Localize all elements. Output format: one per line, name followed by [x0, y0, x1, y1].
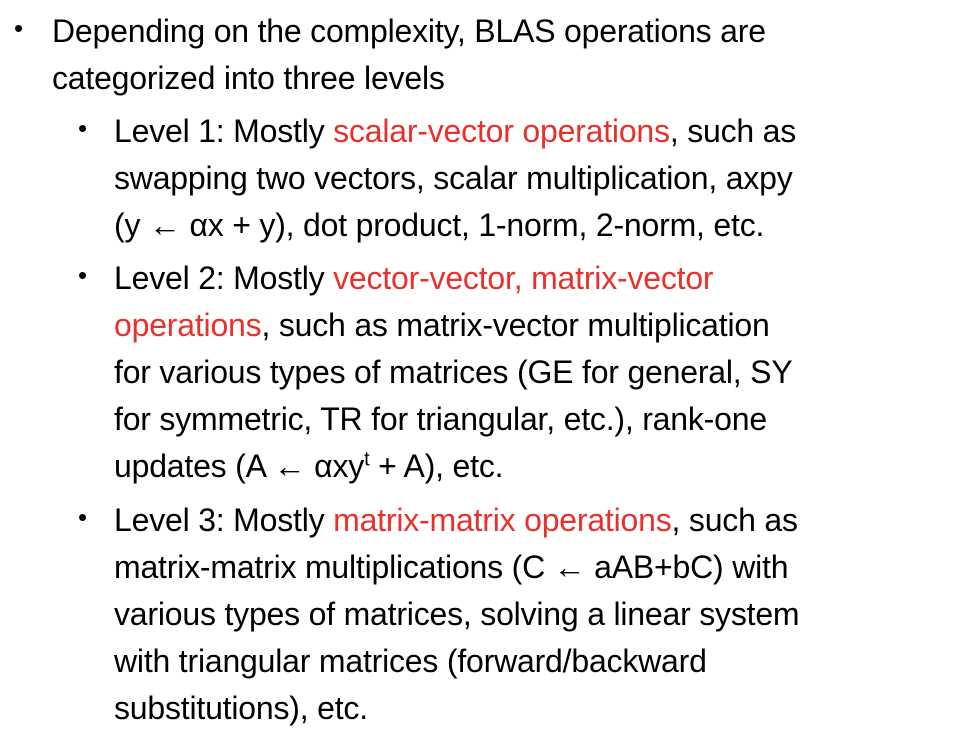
level-2-highlight-cont: operations — [114, 307, 262, 343]
bullet-dot-icon: • — [78, 260, 87, 290]
level-2-label: Level 2: Mostly — [114, 260, 334, 296]
bullet-dot-icon: • — [78, 113, 87, 143]
bullet-text-line: updates (A ← αxyt + A), etc. — [114, 443, 792, 490]
bullet-text-line: for various types of matrices (GE for ge… — [114, 354, 793, 390]
level-1-suffix: , such as — [669, 113, 797, 149]
bullet-blas-levels: • Depending on the complexity, BLAS oper… — [14, 8, 766, 102]
bullet-text-line: with triangular matrices (forward/backwa… — [114, 643, 707, 679]
bullet-text-line: various types of matrices, solving a lin… — [114, 596, 800, 632]
bullet-level-1: • Level 1: Mostly scalar-vector operatio… — [78, 108, 796, 249]
level-2-suffix: , such as matrix-vector multiplication — [261, 307, 770, 343]
bullet-text-line: (y ← αx + y), dot product, 1-norm, 2-nor… — [114, 207, 765, 243]
level-3-highlight: matrix-matrix operations — [333, 502, 672, 538]
bullet-level-3: • Level 3: Mostly matrix-matrix operatio… — [78, 497, 800, 732]
level-2-updates: updates (A ← αxy — [114, 448, 365, 484]
bullet-text-line: operations, such as matrix-vector multip… — [114, 302, 792, 349]
bullet-text-line: for symmetric, TR for triangular, etc.),… — [114, 401, 767, 437]
bullet-text-line: Level 2: Mostly vector-vector, matrix-ve… — [114, 255, 792, 302]
level-1-label: Level 1: Mostly — [114, 113, 334, 149]
level-2-highlight: vector-vector, matrix-vector — [333, 260, 714, 296]
bullet-text-line: Level 3: Mostly matrix-matrix operations… — [114, 497, 799, 544]
bullet-text-line: Depending on the complexity, BLAS operat… — [52, 13, 766, 49]
bullet-text-line: categorized into three levels — [52, 60, 445, 96]
slide-body: • Depending on the complexity, BLAS oper… — [0, 0, 962, 738]
bullet-text-line: substitutions), etc. — [114, 690, 368, 726]
level-3-suffix: , such as — [671, 502, 798, 538]
bullet-dot-icon: • — [78, 502, 87, 532]
bullet-level-2: • Level 2: Mostly vector-vector, matrix-… — [78, 255, 793, 490]
bullet-text-line: matrix-matrix multiplications (C ← aAB+b… — [114, 549, 789, 585]
bullet-text-line: swapping two vectors, scalar multiplicat… — [114, 160, 793, 196]
level-3-label: Level 3: Mostly — [114, 502, 334, 538]
bullet-text-line: Level 1: Mostly scalar-vector operations… — [114, 108, 796, 155]
bullet-dot-icon: • — [14, 13, 23, 43]
level-2-updates-end: + A), etc. — [369, 448, 504, 484]
level-1-highlight: scalar-vector operations — [333, 113, 670, 149]
